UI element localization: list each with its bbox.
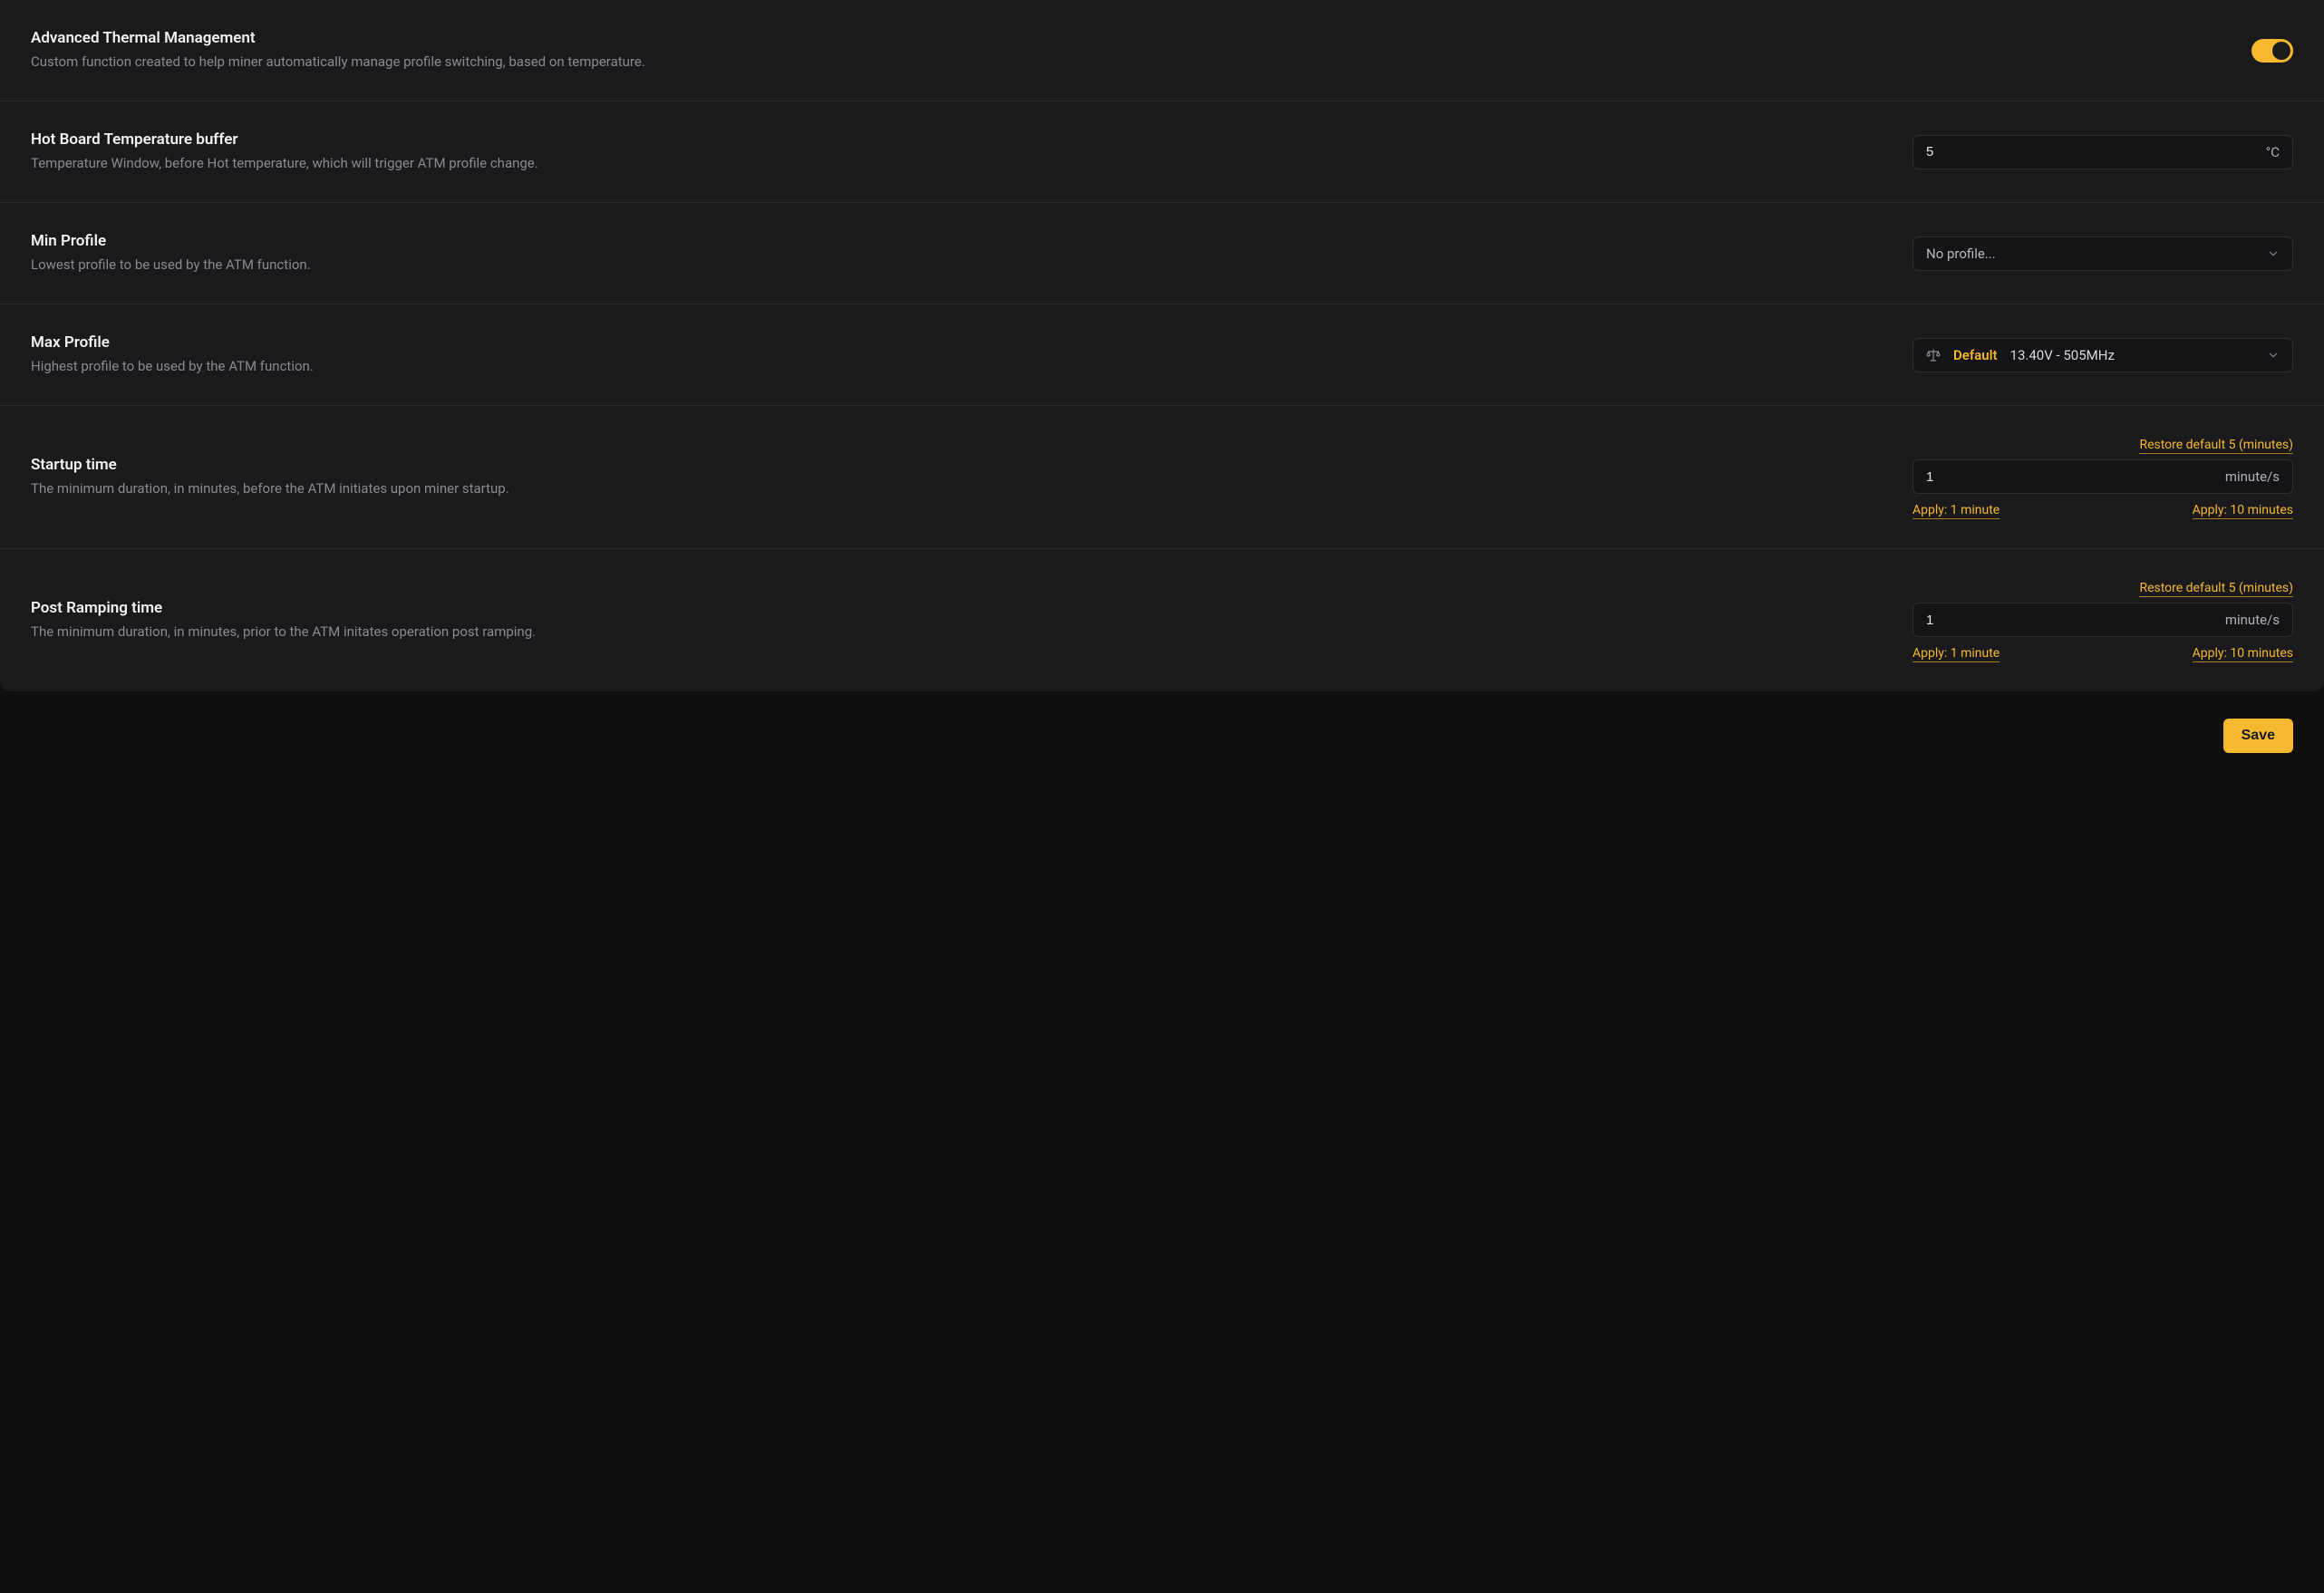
startup-input-wrap: minute/s bbox=[1912, 459, 2293, 494]
toggle-knob bbox=[2272, 42, 2290, 60]
row-post-ramping-time: Post Ramping time The minimum duration, … bbox=[0, 548, 2324, 691]
save-bar: Save bbox=[0, 719, 2324, 780]
max-profile-spec: 13.40V - 505MHz bbox=[2010, 347, 2115, 363]
row-atm-header: Advanced Thermal Management Custom funct… bbox=[0, 0, 2324, 101]
postramp-desc: The minimum duration, in minutes, prior … bbox=[31, 623, 1876, 642]
row-hot-buffer: Hot Board Temperature buffer Temperature… bbox=[0, 101, 2324, 202]
row-max-profile: Max Profile Highest profile to be used b… bbox=[0, 304, 2324, 405]
startup-apply-1min-link[interactable]: Apply: 1 minute bbox=[1912, 503, 2000, 519]
postramp-unit: minute/s bbox=[2225, 612, 2280, 628]
chevron-down-icon bbox=[2267, 247, 2280, 260]
hot-buffer-title: Hot Board Temperature buffer bbox=[31, 130, 1876, 149]
balance-scale-icon bbox=[1926, 348, 1941, 362]
max-profile-select[interactable]: Default 13.40V - 505MHz bbox=[1912, 338, 2293, 372]
save-button[interactable]: Save bbox=[2223, 719, 2293, 753]
atm-title: Advanced Thermal Management bbox=[31, 29, 1876, 47]
atm-header-text: Advanced Thermal Management Custom funct… bbox=[31, 29, 1912, 72]
min-profile-placeholder: No profile... bbox=[1926, 246, 1996, 262]
max-profile-name: Default bbox=[1953, 347, 1998, 363]
min-profile-select[interactable]: No profile... bbox=[1912, 237, 2293, 271]
postramp-input[interactable] bbox=[1926, 613, 2216, 628]
hot-buffer-input-wrap: °C bbox=[1912, 135, 2293, 169]
postramp-apply-10min-link[interactable]: Apply: 10 minutes bbox=[2193, 646, 2293, 662]
postramp-restore-link[interactable]: Restore default 5 (minutes) bbox=[2139, 581, 2293, 597]
postramp-input-wrap: minute/s bbox=[1912, 603, 2293, 637]
postramp-apply-1min-link[interactable]: Apply: 1 minute bbox=[1912, 646, 2000, 662]
hot-buffer-unit: °C bbox=[2266, 144, 2280, 160]
max-profile-title: Max Profile bbox=[31, 333, 1876, 352]
hot-buffer-input[interactable] bbox=[1926, 144, 2257, 159]
max-profile-desc: Highest profile to be used by the ATM fu… bbox=[31, 357, 1876, 376]
startup-apply-10min-link[interactable]: Apply: 10 minutes bbox=[2193, 503, 2293, 519]
atm-settings-panel: Advanced Thermal Management Custom funct… bbox=[0, 0, 2324, 691]
row-min-profile: Min Profile Lowest profile to be used by… bbox=[0, 202, 2324, 304]
startup-desc: The minimum duration, in minutes, before… bbox=[31, 479, 1876, 498]
atm-desc: Custom function created to help miner au… bbox=[31, 53, 1876, 72]
min-profile-title: Min Profile bbox=[31, 232, 1876, 250]
min-profile-desc: Lowest profile to be used by the ATM fun… bbox=[31, 256, 1876, 275]
startup-restore-link[interactable]: Restore default 5 (minutes) bbox=[2139, 438, 2293, 454]
postramp-title: Post Ramping time bbox=[31, 599, 1876, 617]
row-startup-time: Startup time The minimum duration, in mi… bbox=[0, 405, 2324, 548]
startup-title: Startup time bbox=[31, 456, 1876, 474]
atm-enable-toggle[interactable] bbox=[2251, 39, 2293, 63]
atm-toggle-cell bbox=[1912, 39, 2293, 63]
startup-unit: minute/s bbox=[2225, 468, 2280, 485]
startup-input[interactable] bbox=[1926, 469, 2216, 485]
chevron-down-icon bbox=[2267, 349, 2280, 362]
hot-buffer-desc: Temperature Window, before Hot temperatu… bbox=[31, 154, 1876, 173]
